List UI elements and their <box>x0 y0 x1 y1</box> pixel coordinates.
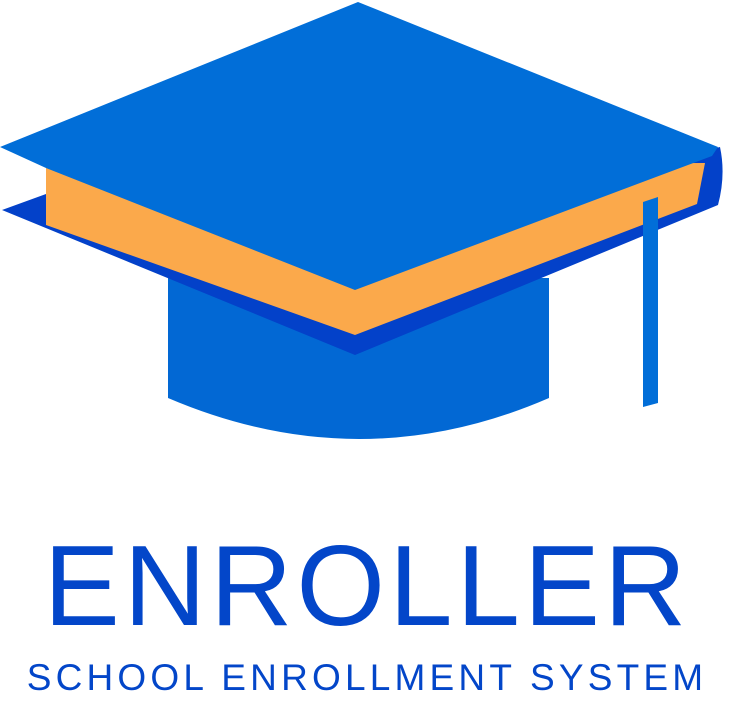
brand-name: ENROLLER <box>43 523 691 650</box>
graduation-cap-icon <box>0 2 723 439</box>
tassel <box>643 197 658 407</box>
brand-tagline: SCHOOL ENROLLMENT SYSTEM <box>26 657 708 698</box>
